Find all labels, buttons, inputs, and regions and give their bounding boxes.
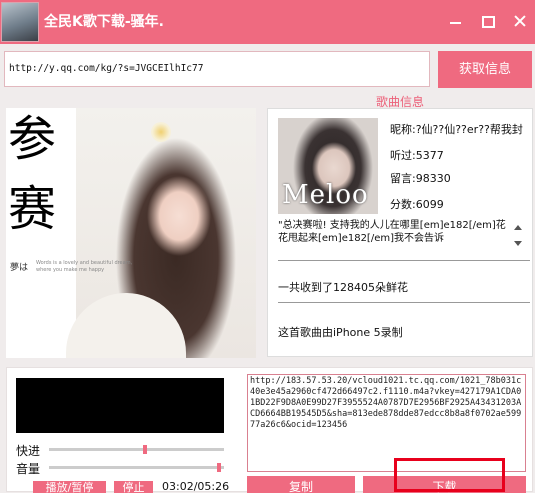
- cover-fine-text: Words is a lovely and beautiful dream, w…: [36, 260, 133, 273]
- cover-small-text: 夢は: [10, 263, 29, 273]
- avatar-watermark-text: Meloo: [282, 180, 369, 210]
- title-bar: 全民K歌下载-骚年.: [0, 0, 535, 44]
- comment-count-text: 留言:98330: [390, 172, 451, 185]
- flower-count-text: 一共收到了128405朵鲜花: [278, 281, 408, 294]
- scroll-up-icon[interactable]: [514, 225, 522, 230]
- url-input[interactable]: http://y.qq.com/kg/?s=JVGCEIlhIc77: [4, 51, 430, 87]
- song-info-panel: Meloo 昵称:?仙??仙??er??帮我封 听过:5377 留言:98330…: [267, 108, 533, 357]
- copy-button[interactable]: 复制: [247, 476, 355, 493]
- volume-slider-thumb[interactable]: [217, 463, 221, 472]
- stop-button[interactable]: 停止: [114, 481, 153, 493]
- cover-image: 参 赛 夢は Words is a lovely and beautiful d…: [6, 108, 256, 358]
- recording-device-text: 这首歌曲由iPhone 5录制: [278, 326, 403, 339]
- divider: [278, 302, 530, 303]
- maximize-icon[interactable]: [479, 12, 497, 30]
- cover-char-1: 参: [8, 111, 57, 167]
- window-title: 全民K歌下载-骚年.: [44, 14, 164, 30]
- cover-char-2: 赛: [8, 181, 57, 237]
- listen-count-text: 听过:5377: [390, 149, 444, 162]
- video-area[interactable]: [16, 378, 224, 433]
- play-pause-button[interactable]: 播放/暂停: [33, 481, 106, 493]
- stream-url-textarea[interactable]: http://183.57.53.20/vcloud1021.tc.qq.com…: [247, 374, 526, 472]
- song-description: "总决赛啦! 支持我的人儿在哪里[em]e182[/em]花花甩起来[em]e1…: [278, 220, 506, 244]
- flower-icon: [151, 122, 171, 142]
- volume-label: 音量: [16, 462, 41, 476]
- player-panel: 快进 音量 播放/暂停 停止 03:02/05:26 http://183.57…: [6, 367, 533, 493]
- download-button[interactable]: 下载: [363, 476, 526, 493]
- app-avatar-icon: [1, 2, 39, 42]
- progress-slider-thumb[interactable]: [143, 445, 147, 454]
- score-text: 分数:6099: [390, 198, 444, 211]
- volume-slider[interactable]: [49, 463, 224, 472]
- playback-time: 03:02/05:26: [162, 480, 230, 493]
- nickname-text: 昵称:?仙??仙??er??帮我封: [390, 123, 523, 136]
- close-icon[interactable]: [511, 12, 529, 30]
- progress-label: 快进: [16, 444, 41, 458]
- minimize-icon[interactable]: [447, 12, 465, 30]
- divider: [278, 260, 530, 261]
- singer-avatar: Meloo: [278, 118, 378, 214]
- fetch-info-button[interactable]: 获取信息: [438, 51, 532, 88]
- scroll-down-icon[interactable]: [514, 241, 522, 246]
- progress-slider[interactable]: [49, 445, 224, 454]
